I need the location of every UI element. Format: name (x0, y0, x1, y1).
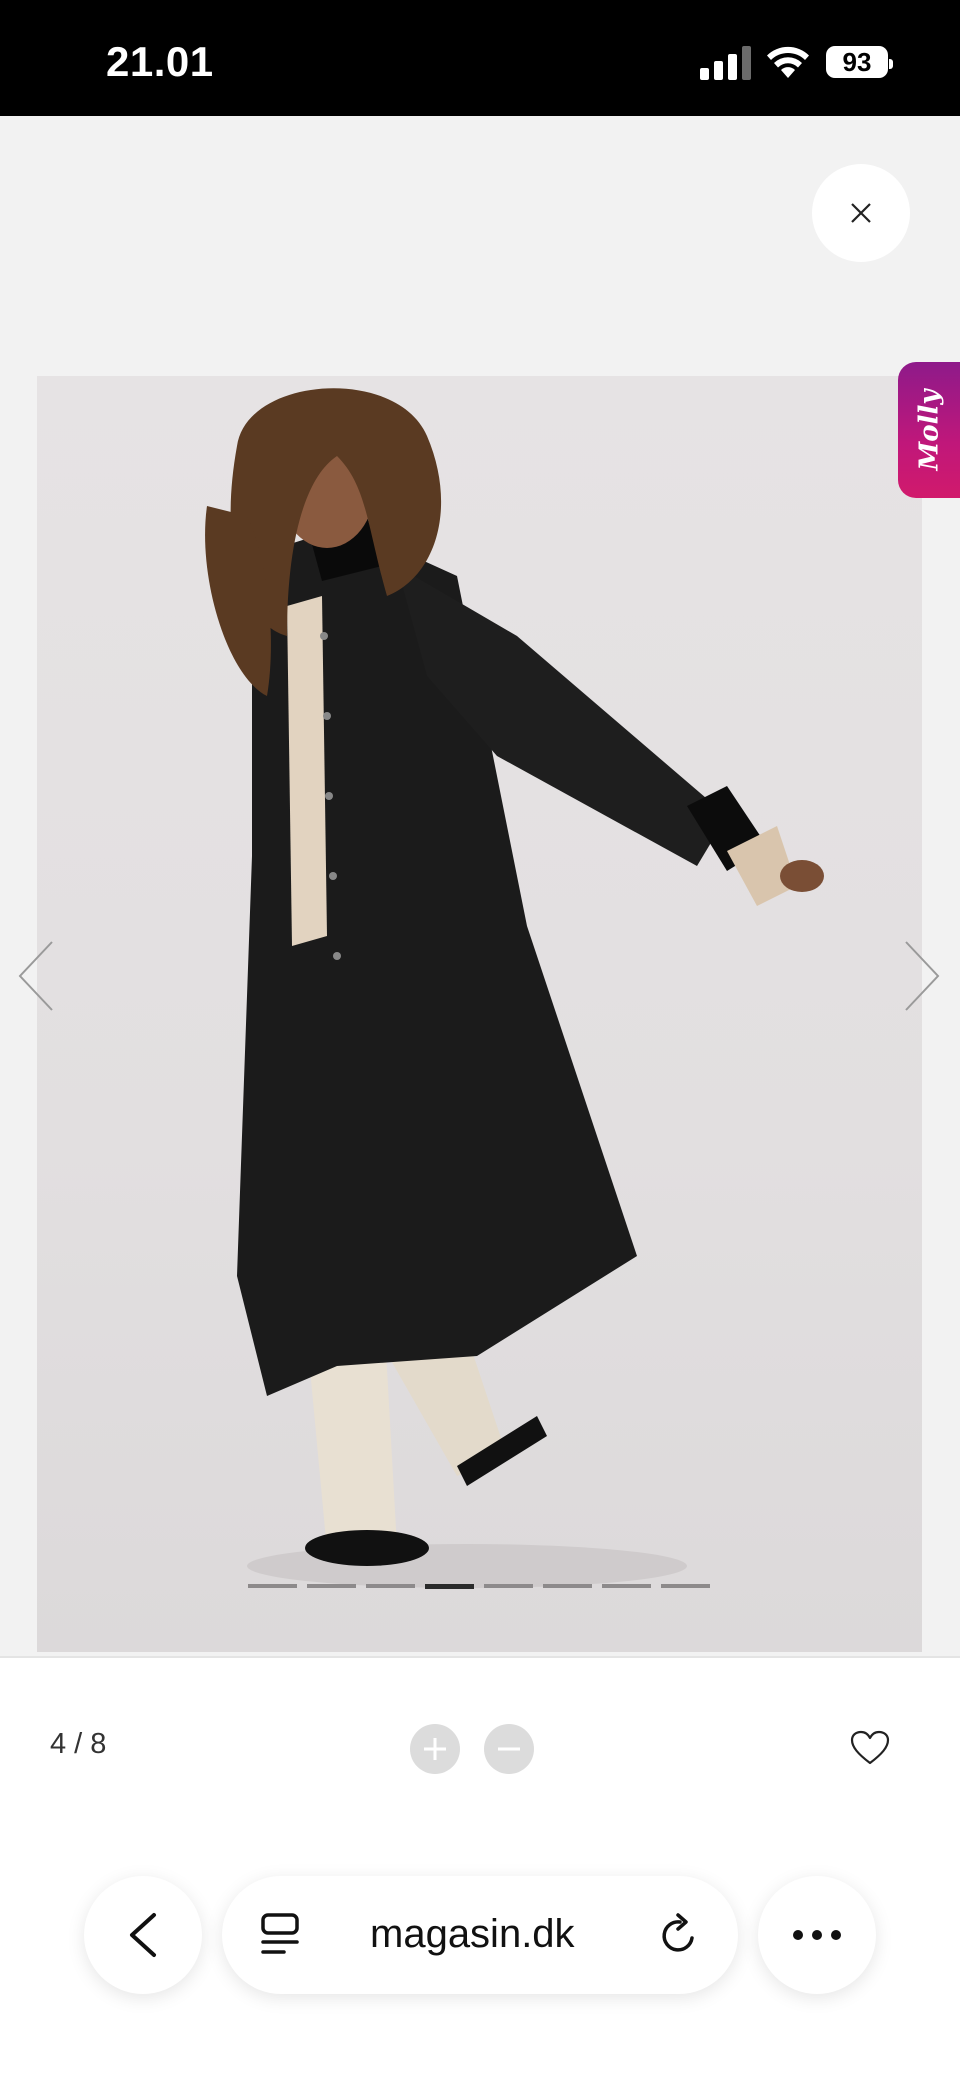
carousel-dot[interactable] (307, 1584, 356, 1588)
ellipsis-icon (793, 1930, 841, 1940)
previous-image-arrow-icon[interactable] (16, 938, 56, 1014)
status-bar: 21.01 93 (0, 0, 960, 116)
product-image[interactable] (37, 376, 922, 1652)
close-icon (851, 203, 871, 223)
battery-level: 93 (842, 47, 872, 77)
next-image-arrow-icon[interactable] (902, 938, 942, 1014)
heart-icon[interactable] (850, 1730, 890, 1766)
reader-icon[interactable] (260, 1912, 300, 1958)
product-photo (205, 388, 824, 1588)
carousel-dot[interactable] (543, 1584, 592, 1588)
reload-icon[interactable] (656, 1912, 702, 1958)
carousel-dot[interactable] (366, 1584, 415, 1588)
cellular-signal-icon (700, 46, 751, 80)
gallery-controls-panel (0, 1656, 960, 2080)
address-bar[interactable]: magasin.dk (222, 1876, 738, 1994)
carousel-indicators (248, 1584, 710, 1590)
molly-chat-tab[interactable]: Molly (898, 362, 960, 498)
zoom-out-button[interactable] (484, 1724, 534, 1774)
url-text: magasin.dk (370, 1912, 575, 1956)
chevron-left-icon (130, 1913, 156, 1957)
status-time: 21.01 (106, 38, 214, 85)
image-counter: 4 / 8 (50, 1728, 107, 1760)
battery-indicator: 93 (826, 46, 893, 78)
close-button[interactable] (812, 164, 910, 262)
plus-icon (424, 1738, 446, 1760)
zoom-in-button[interactable] (410, 1724, 460, 1774)
wifi-icon (767, 46, 809, 78)
molly-label: Molly (914, 389, 945, 471)
carousel-dot[interactable] (484, 1584, 533, 1588)
carousel-dot[interactable] (602, 1584, 651, 1588)
browser-back-button[interactable] (84, 1876, 202, 1994)
battery-nub (889, 59, 893, 69)
carousel-dot[interactable] (661, 1584, 710, 1588)
carousel-dot-active[interactable] (425, 1584, 474, 1589)
carousel-dot[interactable] (248, 1584, 297, 1588)
more-options-button[interactable] (758, 1876, 876, 1994)
minus-icon (498, 1747, 520, 1751)
